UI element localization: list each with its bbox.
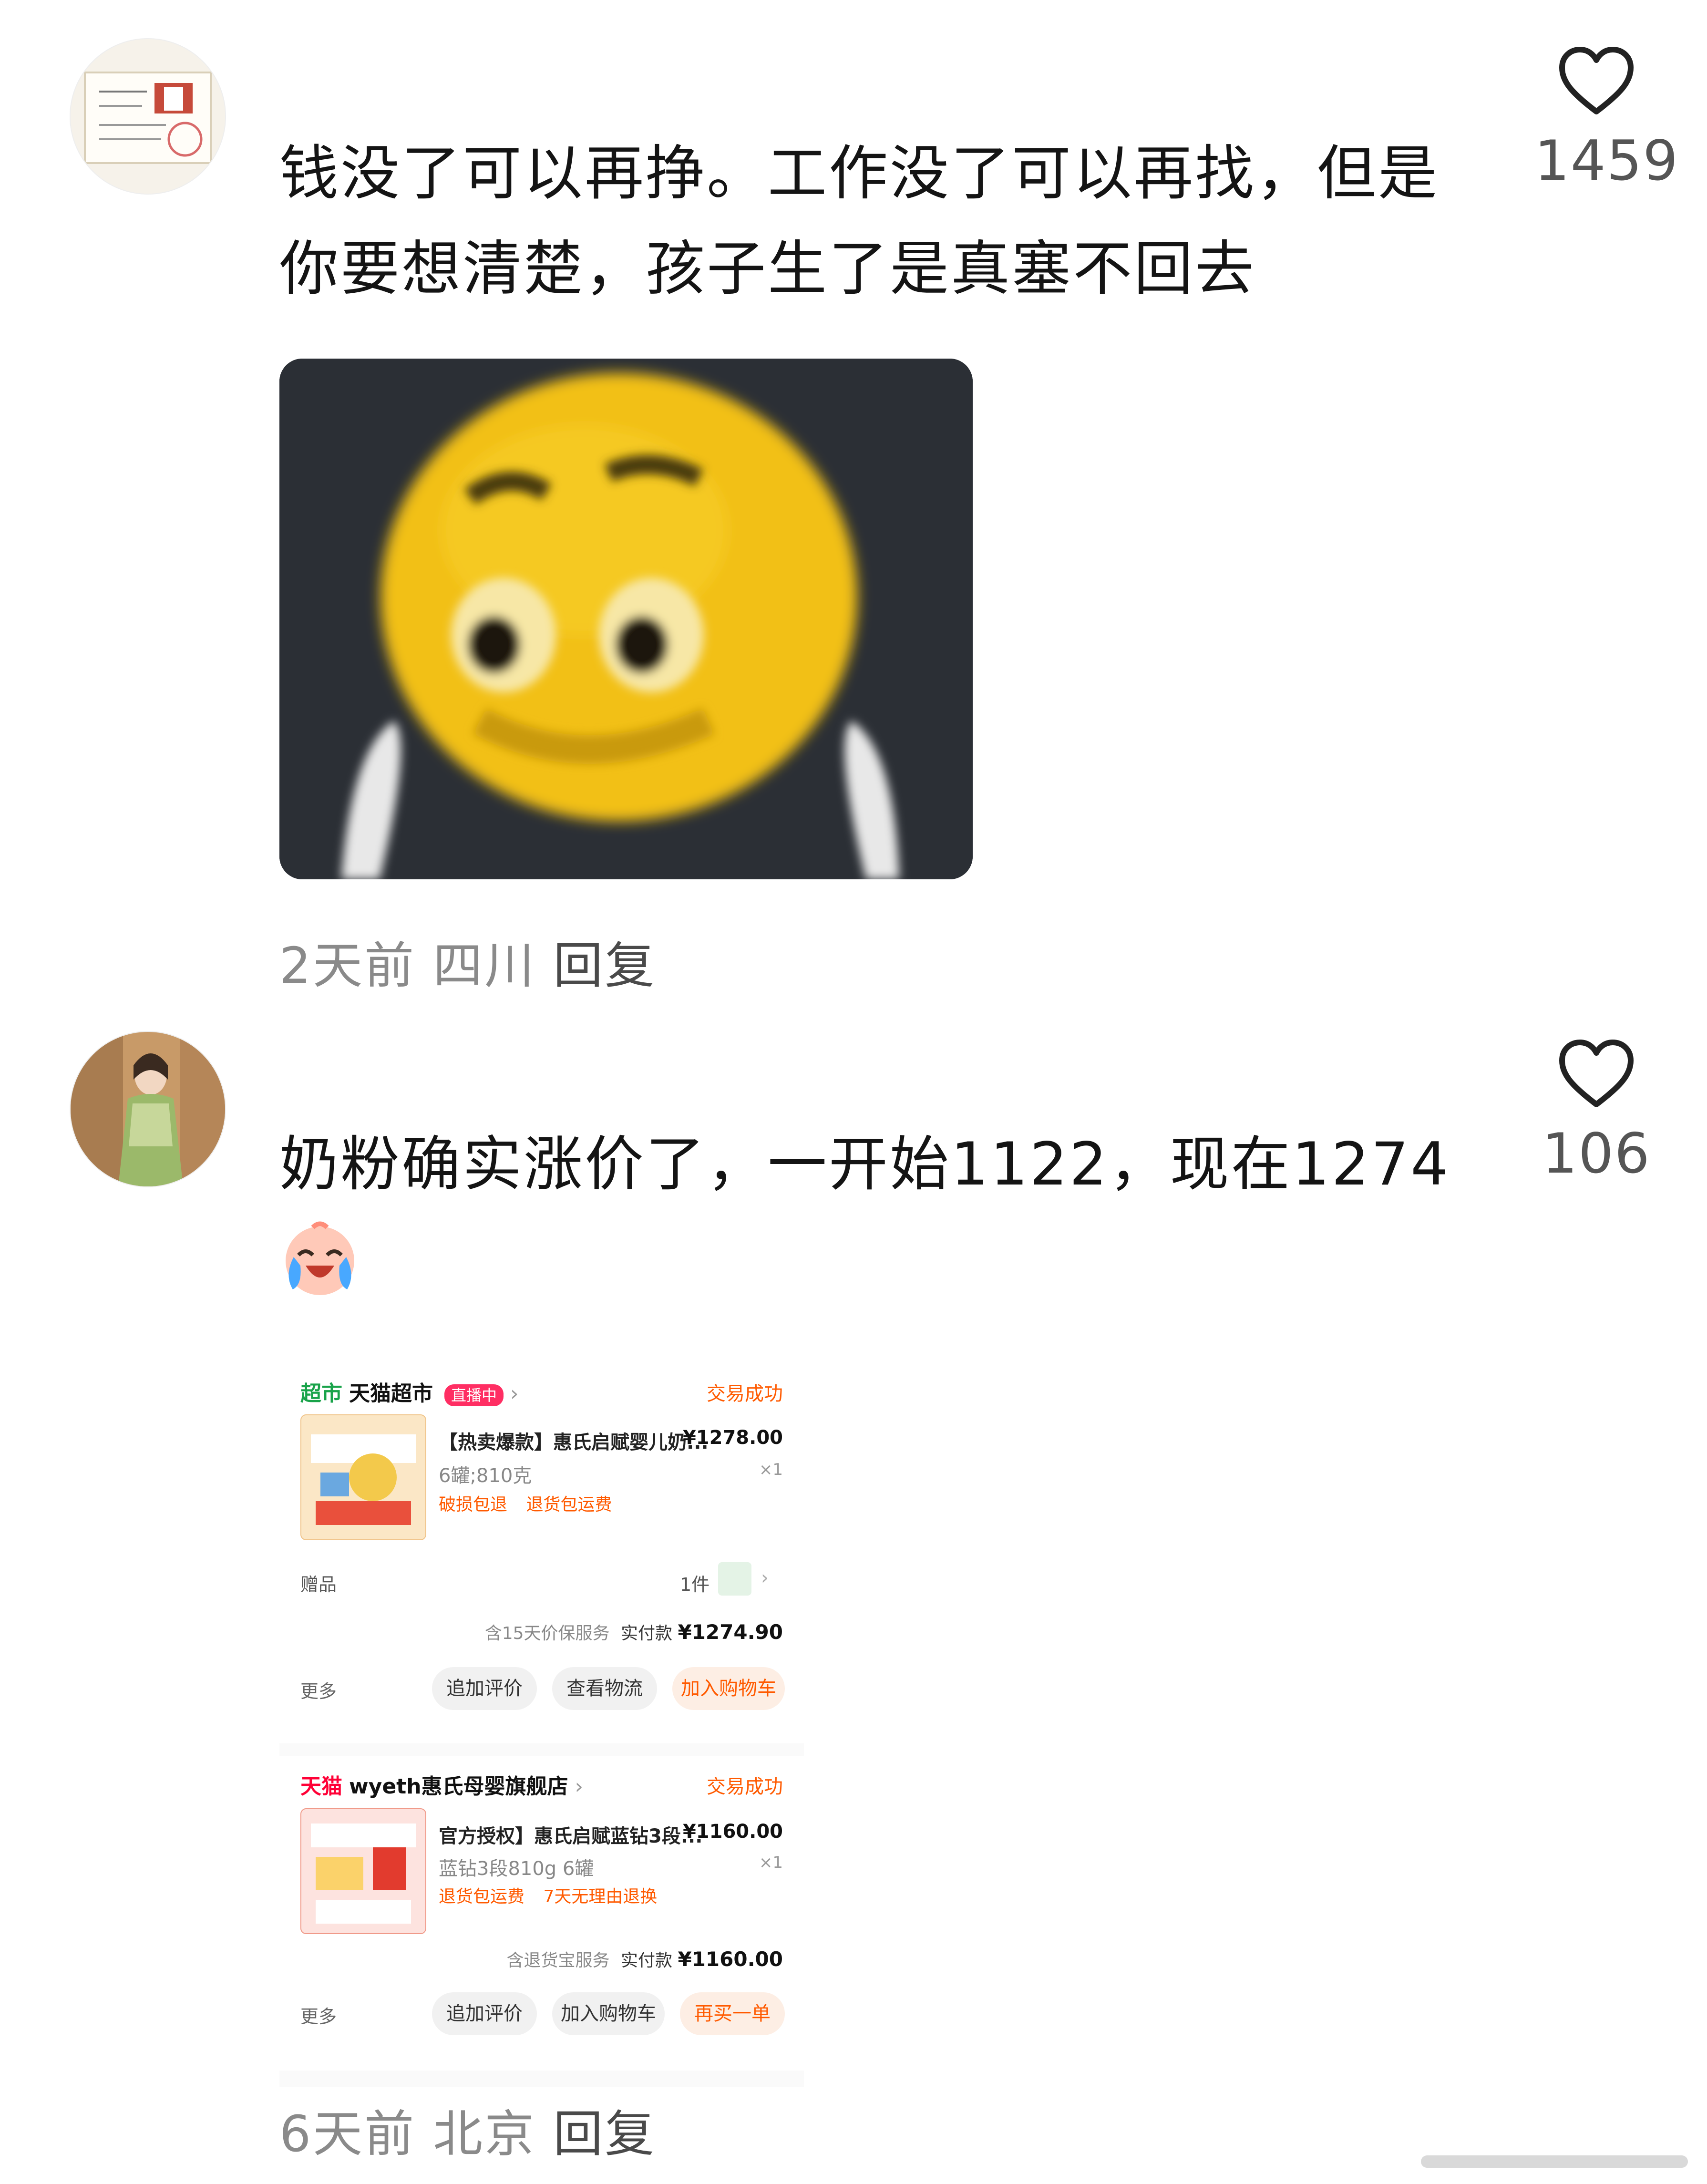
- like-count: 106: [1542, 1122, 1651, 1186]
- like-button[interactable]: 1459: [1534, 46, 1679, 193]
- store-header: 超市 天猫超市 直播中 ›: [300, 1376, 519, 1407]
- more-button[interactable]: 更多: [300, 2002, 337, 2028]
- product-price: ¥1160.00: [682, 1821, 783, 1843]
- chevron-right-icon: ›: [761, 1567, 769, 1589]
- comment-text-line-1: 钱没了可以再挣。工作没了可以再找，但是: [279, 139, 1440, 208]
- store-header: 天猫 wyeth惠氏母婴旗舰店 ›: [300, 1769, 583, 1800]
- comment-image-order-screenshot[interactable]: 超市 天猫超市 直播中 › 交易成功 【热卖爆款】惠氏启赋婴儿奶... ¥127…: [279, 1343, 804, 2087]
- like-count: 1459: [1534, 129, 1679, 193]
- order-status: 交易成功: [707, 1383, 783, 1405]
- gift-count[interactable]: 1件: [680, 1570, 710, 1596]
- comment-text-line-1: 奶粉确实涨价了，一开始1122，现在1274: [279, 1130, 1450, 1199]
- store-name[interactable]: 天猫超市: [349, 1381, 433, 1406]
- comment-1: 钱没了可以再挣。工作没了可以再找，但是 你要想清楚，孩子生了是真塞不回去 145…: [0, 0, 1707, 1001]
- add-review-button[interactable]: 追加评价: [432, 1992, 537, 2035]
- service-tag: 破损包退: [439, 1495, 508, 1514]
- more-button[interactable]: 更多: [300, 1677, 337, 1703]
- store-name[interactable]: wyeth惠氏母婴旗舰店: [349, 1774, 568, 1799]
- payment-summary: 含退货宝服务 实付款 ¥1160.00: [507, 1947, 783, 1971]
- service-tag: 退货包运费: [526, 1495, 612, 1514]
- payment-note: 含退货宝服务: [506, 1951, 610, 1970]
- comment-2: 奶粉确实涨价了，一开始1122，现在1274 106 超市 天猫超市 直播中 ›: [0, 1001, 1707, 2184]
- service-tag: 退货包运费: [439, 1887, 525, 1906]
- order-card-1: 超市 天猫超市 直播中 › 交易成功 【热卖爆款】惠氏启赋婴儿奶... ¥127…: [279, 1343, 804, 1743]
- gift-thumbnail[interactable]: [718, 1562, 751, 1596]
- comment-location: 四川: [433, 937, 536, 995]
- comment-text: 奶粉确实涨价了，一开始1122，现在1274: [279, 1117, 1471, 1212]
- product-spec: 6罐;810克: [439, 1465, 532, 1487]
- heart-outline-icon: [1559, 1040, 1634, 1107]
- comment-time: 6天前: [279, 2105, 416, 2163]
- product-title[interactable]: 【热卖爆款】惠氏启赋婴儿奶...: [439, 1427, 709, 1454]
- service-tags: 破损包退 退货包运费: [439, 1491, 612, 1515]
- comment-meta: 6天前 北京 回复: [279, 2093, 673, 2165]
- product-thumbnail[interactable]: [300, 1414, 426, 1540]
- gift-label: 赠品: [300, 1574, 337, 1595]
- product-spec: 蓝钻3段810g 6罐: [439, 1858, 594, 1880]
- comment-location: 北京: [433, 2105, 536, 2163]
- payment-note: 含15天价保服务: [484, 1624, 610, 1643]
- like-button[interactable]: 106: [1534, 1039, 1658, 1186]
- paid-amount: ¥1274.90: [678, 1620, 783, 1644]
- store-tag: 超市: [300, 1381, 342, 1406]
- certificate-avatar-icon: [71, 39, 225, 194]
- order-card-2: 天猫 wyeth惠氏母婴旗舰店 › 交易成功 官方授权】惠氏启赋蓝钻3段... …: [279, 1756, 804, 2071]
- paid-label: 实付款: [621, 1624, 673, 1643]
- add-review-button[interactable]: 追加评价: [432, 1667, 537, 1710]
- comment-image[interactable]: [279, 359, 973, 879]
- milk-powder-product-image: [311, 1823, 416, 1924]
- paid-label: 实付款: [621, 1951, 673, 1970]
- product-title[interactable]: 官方授权】惠氏启赋蓝钻3段...: [439, 1821, 702, 1848]
- commenter-avatar[interactable]: [70, 38, 226, 195]
- commenter-avatar[interactable]: [70, 1031, 226, 1187]
- milk-powder-product-image: [311, 1434, 416, 1525]
- product-thumbnail[interactable]: [300, 1808, 426, 1934]
- service-tags: 退货包运费 7天无理由退换: [439, 1883, 657, 1907]
- paid-amount: ¥1160.00: [678, 1947, 783, 1971]
- store-tag: 天猫: [300, 1774, 342, 1799]
- service-tag: 7天无理由退换: [543, 1887, 658, 1906]
- add-to-cart-button[interactable]: 加入购物车: [672, 1667, 785, 1710]
- view-logistics-button[interactable]: 查看物流: [552, 1667, 657, 1710]
- heart-outline-icon: [1559, 47, 1634, 114]
- crying-laughing-emoji-icon: [279, 1218, 360, 1299]
- add-to-cart-button[interactable]: 加入购物车: [552, 1992, 665, 2035]
- reply-button[interactable]: 回复: [553, 937, 656, 995]
- user-photo-avatar-icon: [71, 1032, 225, 1186]
- crying-yellow-emoji-image: [279, 359, 973, 879]
- product-price: ¥1278.00: [682, 1427, 783, 1449]
- home-indicator[interactable]: [1421, 2155, 1688, 2168]
- chevron-right-icon: ›: [510, 1381, 519, 1406]
- chevron-right-icon: ›: [575, 1774, 584, 1799]
- product-quantity: ×1: [759, 1853, 783, 1872]
- comment-time: 2天前: [279, 937, 416, 995]
- comment-text: 钱没了可以再挣。工作没了可以再找，但是 你要想清楚，孩子生了是真塞不回去: [279, 126, 1471, 317]
- product-quantity: ×1: [759, 1460, 783, 1479]
- order-status: 交易成功: [707, 1776, 783, 1798]
- live-badge: 直播中: [444, 1384, 504, 1406]
- buy-again-button[interactable]: 再买一单: [680, 1992, 785, 2035]
- comment-meta: 2天前 四川 回复: [279, 925, 673, 997]
- comment-text-line-2: 你要想清楚，孩子生了是真塞不回去: [279, 235, 1256, 303]
- payment-summary: 含15天价保服务 实付款 ¥1274.90: [485, 1619, 783, 1644]
- reply-button[interactable]: 回复: [553, 2105, 656, 2163]
